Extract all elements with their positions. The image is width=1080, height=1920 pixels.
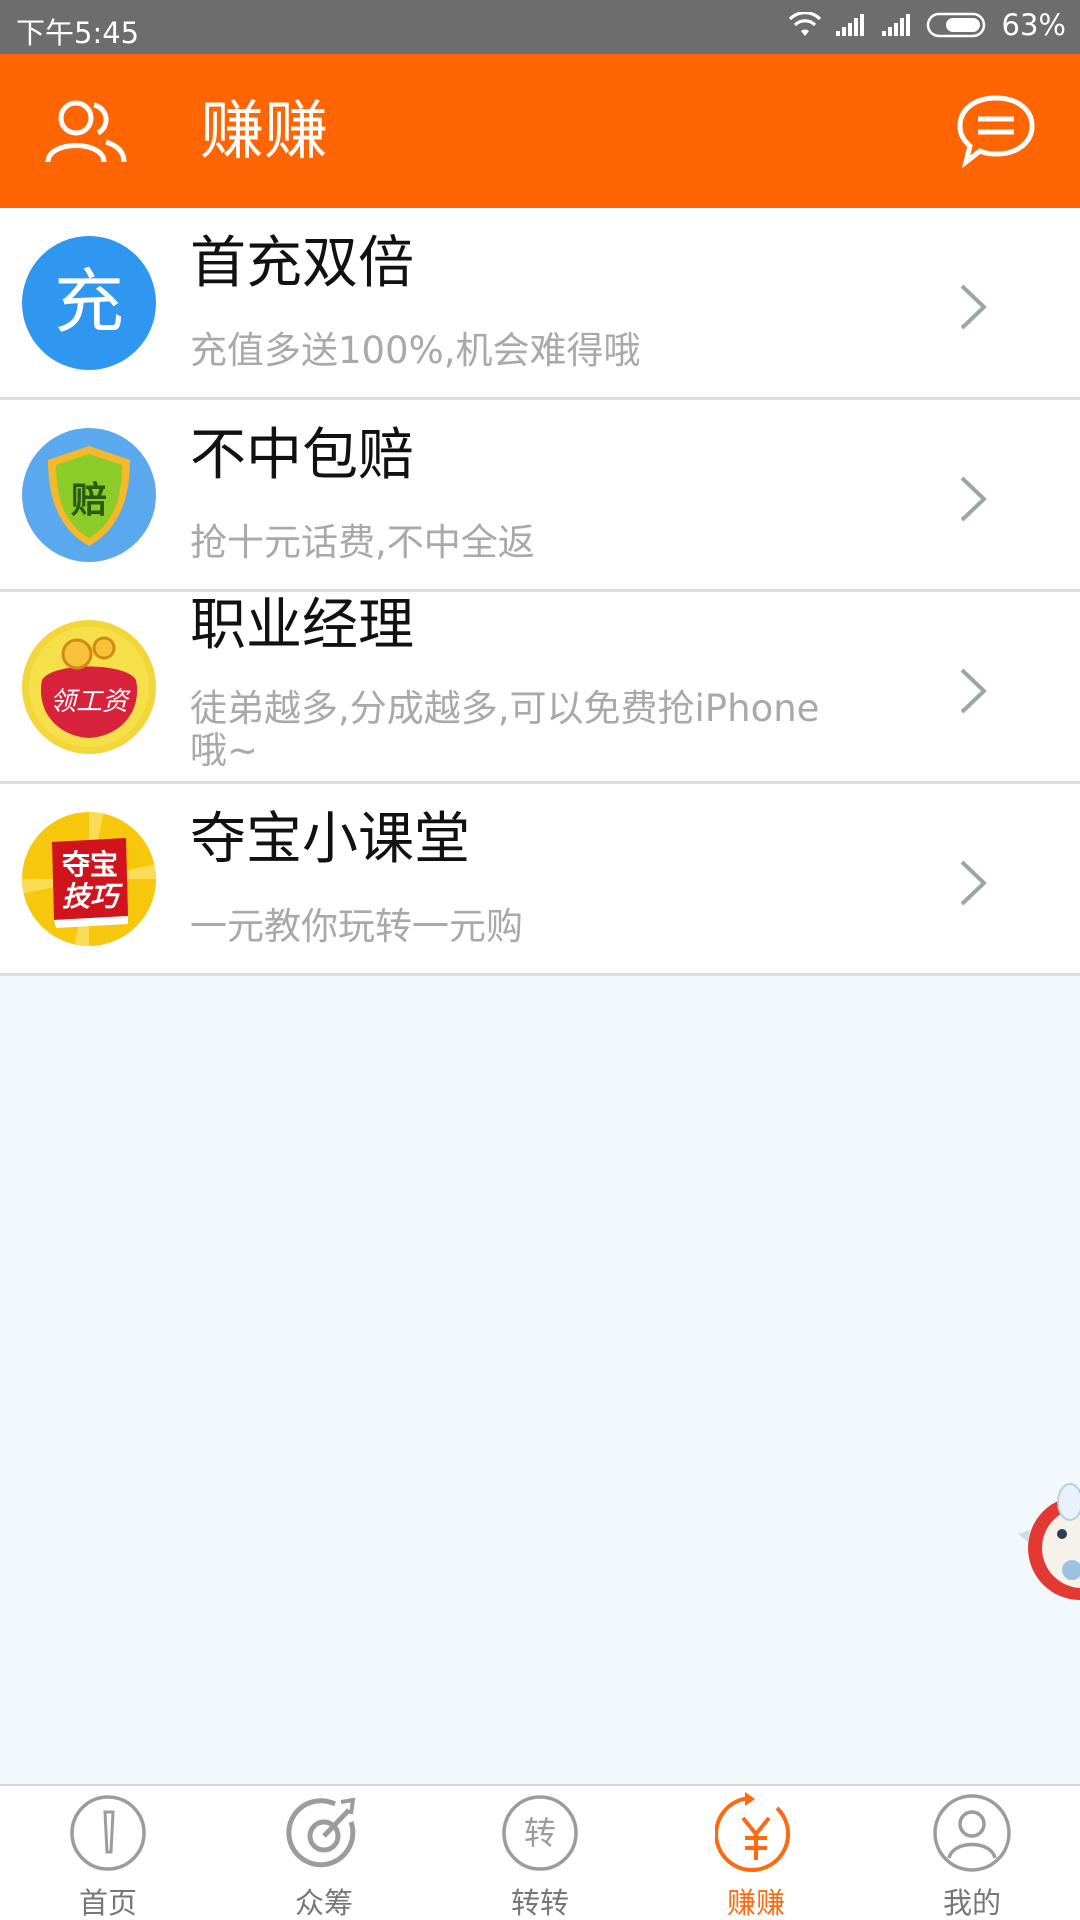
earn-list: 充 首充双倍 充值多送100%,机会难得哦 赔 不中包赔 抢十元话费,不中全返	[0, 208, 1080, 976]
svg-text:充: 充	[54, 261, 124, 343]
battery-icon	[926, 12, 985, 38]
tab-label: 众筹	[294, 1886, 353, 1920]
tab-crowdfund[interactable]: 众筹	[216, 1786, 432, 1920]
item-subtitle: 抢十元话费,不中全返	[190, 521, 535, 564]
earn-icon	[715, 1792, 791, 1872]
item-subtitle: 徒弟越多,分成越多,可以免费抢iPhone哦~	[190, 687, 820, 772]
status-time: 下午5:45	[16, 16, 140, 50]
friends-icon[interactable]	[42, 96, 130, 168]
wifi-icon	[788, 12, 821, 36]
tab-label: 首页	[78, 1886, 137, 1920]
item-title: 首充双倍	[190, 231, 414, 296]
svg-text:领工资: 领工资	[50, 687, 131, 717]
svg-text:夺宝: 夺宝	[62, 848, 118, 881]
recharge-icon: 充	[22, 236, 156, 370]
message-icon[interactable]	[956, 92, 1036, 168]
page-title: 赚赚	[200, 95, 328, 169]
list-item-guarantee[interactable]: 赔 不中包赔 抢十元话费,不中全返	[0, 400, 1080, 592]
floating-mascot-icon[interactable]	[1010, 1470, 1080, 1620]
crowdfund-icon	[286, 1797, 356, 1868]
book-icon: 夺宝 技巧	[22, 812, 156, 946]
item-title: 夺宝小课堂	[190, 807, 470, 872]
tab-profile[interactable]: 我的	[864, 1786, 1080, 1920]
tab-transfer[interactable]: 转 转转	[432, 1786, 648, 1920]
list-item-manager[interactable]: 领工资 职业经理 徒弟越多,分成越多,可以免费抢iPhone哦~	[0, 592, 1080, 784]
tab-earn[interactable]: 赚赚	[648, 1786, 864, 1920]
chevron-right-icon	[960, 284, 987, 330]
svg-text:技巧: 技巧	[62, 880, 123, 913]
shield-icon: 赔	[22, 428, 156, 562]
profile-icon	[933, 1794, 1011, 1872]
item-title: 职业经理	[190, 593, 414, 658]
list-item-class[interactable]: 夺宝 技巧 夺宝小课堂 一元教你玩转一元购	[0, 784, 1080, 976]
home-icon	[70, 1795, 146, 1871]
app-bar: 赚赚	[0, 54, 1080, 208]
tab-label: 赚赚	[726, 1886, 785, 1920]
signal-icon	[835, 14, 864, 36]
status-bar: 下午5:45 63%	[0, 0, 1080, 54]
tab-label: 转转	[510, 1886, 569, 1920]
tab-label: 我的	[942, 1886, 1001, 1920]
salary-bag-icon: 领工资	[22, 620, 156, 754]
list-item-first-recharge[interactable]: 充 首充双倍 充值多送100%,机会难得哦	[0, 208, 1080, 400]
svg-text:转: 转	[524, 1814, 556, 1852]
item-title: 不中包赔	[190, 423, 414, 488]
tab-home[interactable]: 首页	[0, 1786, 216, 1920]
transfer-icon: 转	[502, 1795, 578, 1871]
chevron-right-icon	[960, 860, 987, 906]
svg-text:赔: 赔	[71, 480, 107, 521]
item-subtitle: 一元教你玩转一元购	[190, 905, 523, 948]
bottom-tab-bar: 首页 众筹 转 转转 赚赚 我的	[0, 1784, 1080, 1920]
chevron-right-icon	[960, 668, 987, 714]
signal-icon-2	[881, 14, 910, 36]
chevron-right-icon	[960, 476, 987, 522]
battery-percent: 63%	[1001, 8, 1066, 42]
item-subtitle: 充值多送100%,机会难得哦	[190, 329, 641, 372]
